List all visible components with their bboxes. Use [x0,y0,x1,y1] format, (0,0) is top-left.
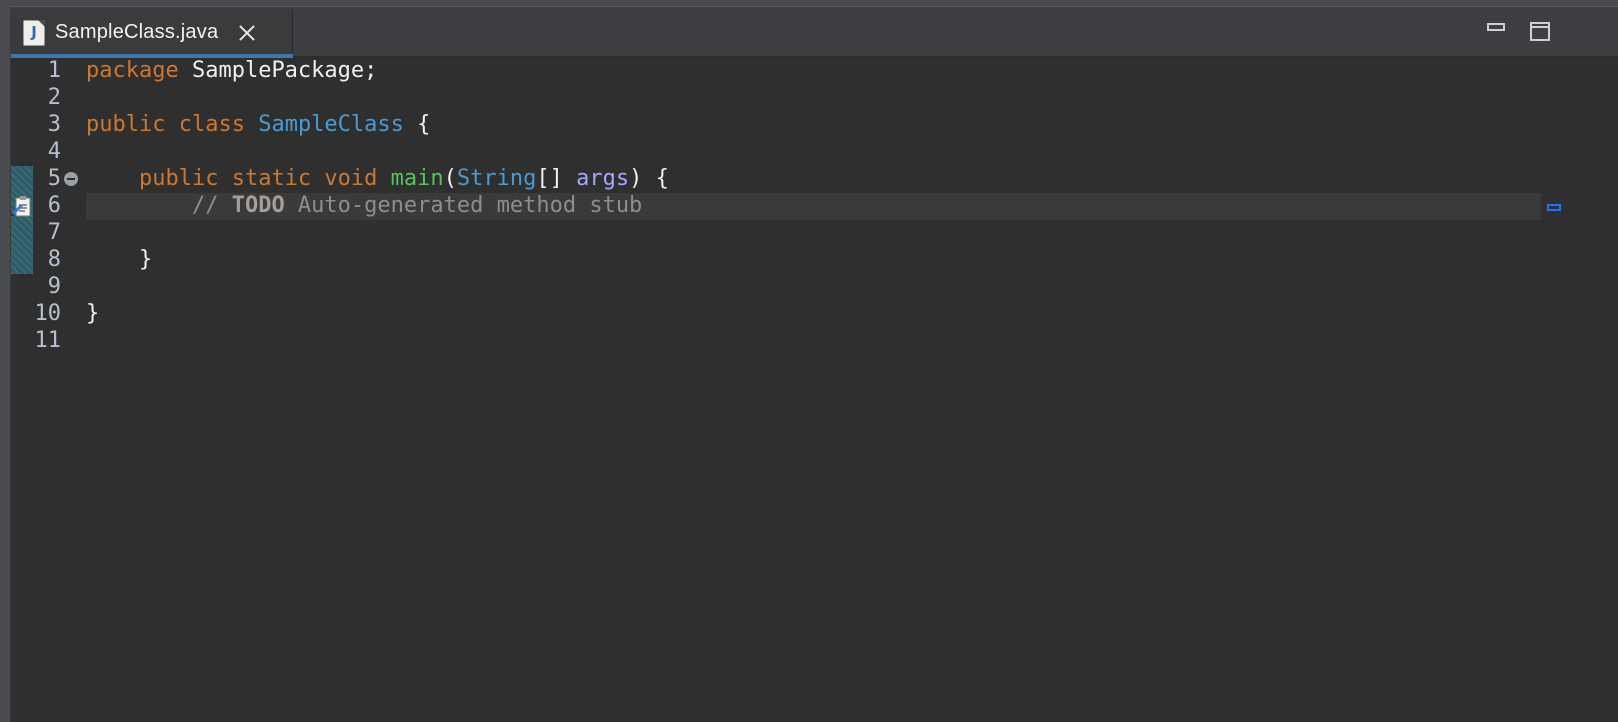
java-file-icon: J [23,19,45,46]
code-line[interactable]: 10} [11,300,1618,327]
line-number: 8 [47,247,61,272]
code-token: String [456,166,537,191]
line-number: 6 [47,193,61,218]
code-token: Auto-generated method stub [284,193,643,218]
code-token: [] [536,166,577,191]
code-text: // TODO Auto-generated method stub [86,192,642,219]
code-token: package [86,58,192,83]
code-text: public static void main(String[] args) { [86,165,669,192]
code-token: static [231,166,325,191]
tab-strip: J SampleClass.java [11,7,1618,58]
code-line[interactable]: 5 public static void main(String[] args)… [11,165,1618,192]
code-token: main [390,166,444,191]
line-number: 4 [47,139,61,164]
minimize-icon[interactable] [1487,23,1505,31]
code-text: package SamplePackage; [86,57,377,84]
code-token: // [86,193,232,218]
code-text: } [86,300,99,327]
code-line[interactable]: 8 } [11,246,1618,273]
code-token: void [324,166,391,191]
code-line[interactable]: 9 [11,273,1618,300]
code-line[interactable]: 7 [11,219,1618,246]
code-line[interactable]: 1 package SamplePackage; [11,57,1618,84]
line-number: 3 [47,112,61,137]
code-line[interactable]: 6 // TODO Auto-generated method stub [11,192,1618,219]
line-number: 5 [47,166,61,191]
line-number: 9 [47,274,61,299]
code-line[interactable]: 2 [11,84,1618,111]
line-number: 11 [34,328,62,353]
line-number: 2 [47,85,61,110]
line-number: 1 [47,58,61,83]
tab-sampleclass-java[interactable]: J SampleClass.java [11,9,293,58]
code-token: public [138,166,232,191]
code-token: SampleClass [258,112,404,137]
maximize-icon[interactable] [1530,22,1550,41]
code-token: class [178,112,259,137]
code-line[interactable]: 4 [11,138,1618,165]
code-token: } [86,301,100,326]
code-token: SamplePackage; [191,58,378,83]
code-text: public class SampleClass { [86,111,430,138]
code-token: ( [443,166,457,191]
code-token: TODO [231,193,285,218]
code-line[interactable]: 3 public class SampleClass { [11,111,1618,138]
code-token: ) { [629,166,669,191]
code-text: } [86,246,152,273]
close-icon[interactable] [238,24,256,42]
code-editor[interactable]: 1 package SamplePackage; 2 3 public class Sa… [11,57,1618,722]
code-token: } [86,247,153,272]
line-number: 10 [34,301,62,326]
code-token: args [576,166,630,191]
editor-window: J SampleClass.java 1 package SamplePackag… [10,6,1618,722]
tab-label: SampleClass.java [55,21,219,43]
code-token: public [86,112,179,137]
line-number: 7 [47,220,61,245]
code-token: { [403,112,431,137]
code-line[interactable]: 11 [11,327,1618,354]
